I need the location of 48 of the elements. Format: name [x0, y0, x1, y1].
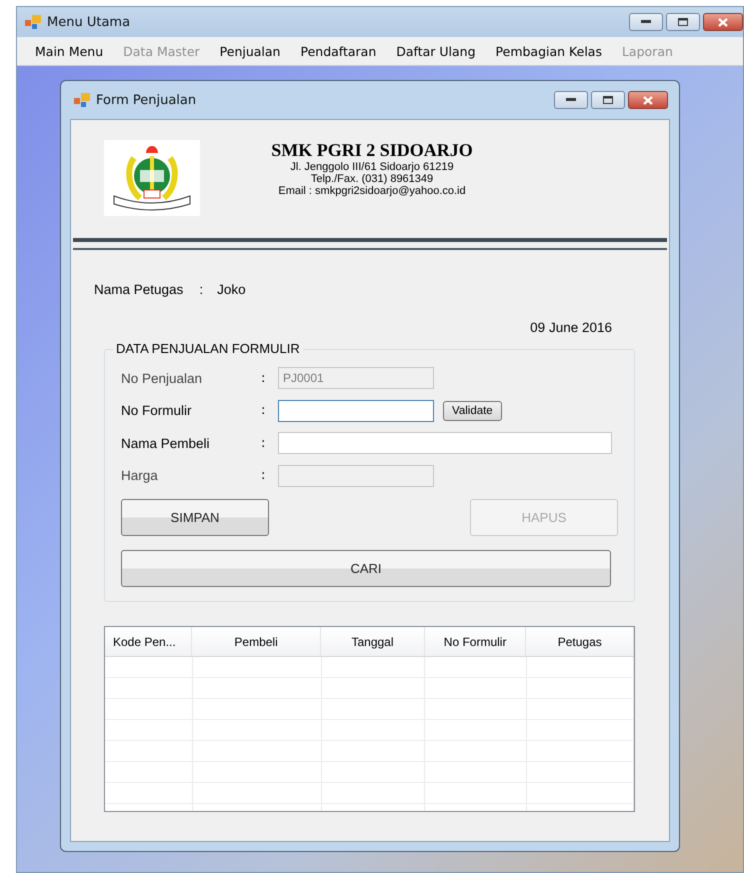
column-header[interactable]: Tanggal — [321, 627, 425, 656]
school-name: SMK PGRI 2 SIDOARJO — [271, 140, 473, 161]
column-header[interactable]: Petugas — [526, 627, 634, 656]
maximize-button[interactable] — [666, 13, 700, 31]
action-button[interactable]: SIMPAN — [121, 499, 269, 536]
school-address: Jl. Jenggolo III/61 Sidoarjo 61219 — [290, 161, 454, 173]
app-icon — [25, 15, 41, 29]
minimize-button[interactable] — [554, 91, 588, 109]
school-email: Email : smkpgri2sidoarjo@yahoo.co.id — [278, 185, 466, 197]
minimize-button[interactable] — [629, 13, 663, 31]
menu-item[interactable]: Pendaftaran — [290, 44, 386, 58]
date-label: 09 June 2016 — [530, 320, 612, 335]
officer-name: Joko — [217, 282, 246, 297]
app-icon — [74, 93, 90, 107]
text-field[interactable] — [278, 400, 434, 422]
search-button[interactable]: CARI — [121, 550, 611, 587]
menu-item[interactable]: Pembagian Kelas — [486, 44, 612, 58]
menu-item[interactable]: Main Menu — [25, 44, 114, 58]
field-separator: : — [261, 370, 266, 386]
close-icon — [643, 96, 653, 104]
validate-button[interactable]: Validate — [443, 400, 502, 421]
column-header[interactable]: No Formulir — [424, 627, 526, 656]
maximize-icon — [678, 18, 688, 26]
column-header[interactable]: Pembeli — [192, 627, 322, 656]
field-separator: : — [261, 403, 266, 418]
field-label: No Penjualan — [121, 370, 204, 386]
form-title: Form Penjualan — [96, 92, 196, 108]
text-field[interactable] — [278, 432, 612, 454]
school-phone: Telp./Fax. (031) 8961349 — [310, 173, 434, 185]
menu-item[interactable]: Penjualan — [210, 44, 290, 58]
close-button[interactable] — [628, 91, 668, 109]
column-header[interactable]: Kode Pen... — [105, 627, 192, 656]
group-title: DATA PENJUALAN FORMULIR — [113, 341, 303, 356]
field-label: No Formulir — [121, 403, 193, 418]
close-icon — [718, 18, 728, 26]
minimize-icon — [566, 98, 576, 102]
field-label: Harga — [121, 468, 159, 484]
field-separator: : — [261, 436, 266, 451]
window-title: Menu Utama — [47, 14, 130, 30]
minimize-icon — [641, 20, 651, 24]
menu-item[interactable]: Daftar Ulang — [386, 44, 486, 58]
close-button[interactable] — [703, 13, 743, 31]
maximize-button[interactable] — [591, 91, 625, 109]
officer-label: Nama Petugas — [94, 282, 184, 297]
field-separator: : — [261, 468, 266, 484]
field-label: Nama Pembeli — [121, 436, 211, 451]
officer-separator: : — [199, 282, 204, 297]
maximize-icon — [603, 96, 613, 104]
